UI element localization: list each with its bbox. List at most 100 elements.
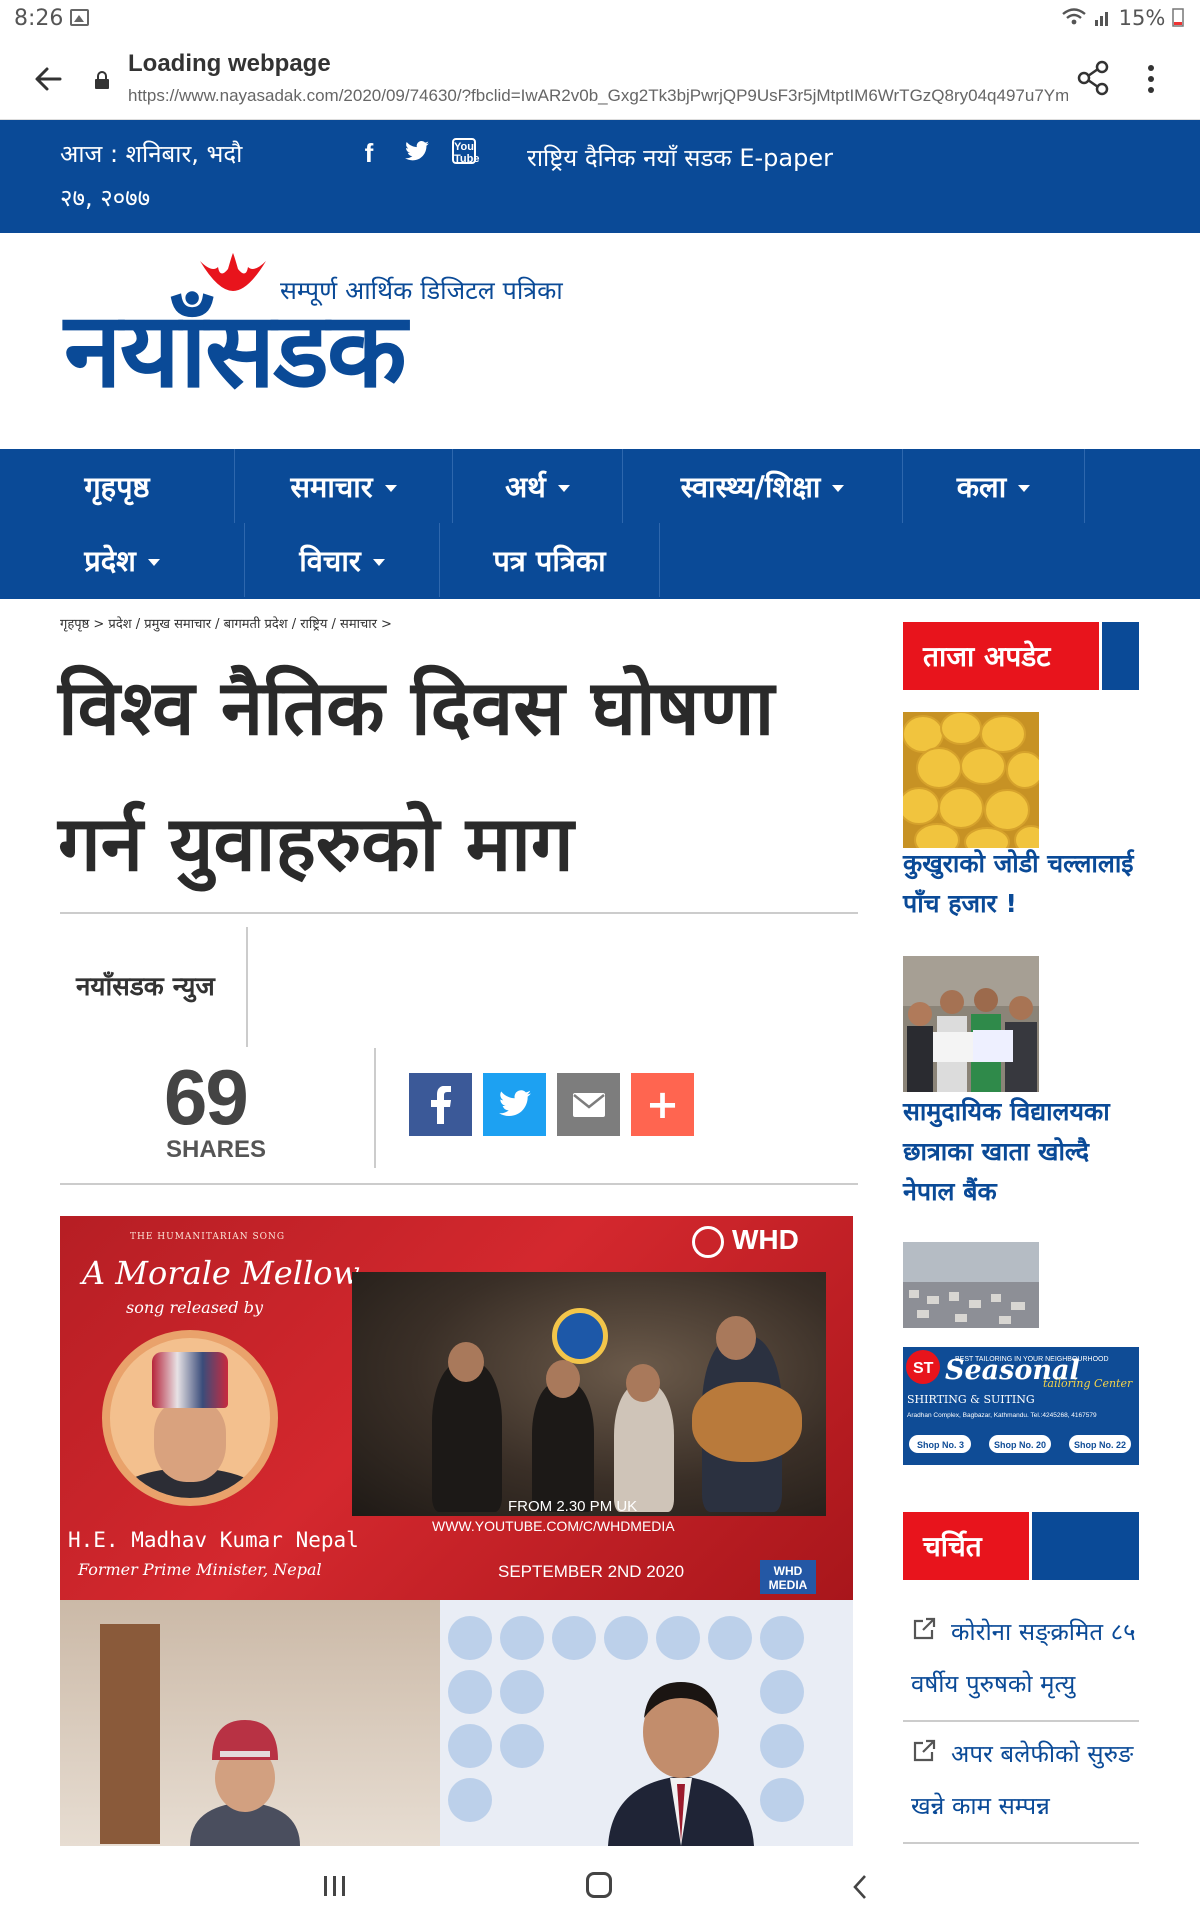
- date-line-2: २७, २०७७: [60, 184, 151, 212]
- page-title: Loading webpage: [128, 50, 331, 77]
- sidebar: ताजा अपडेट कुखुराको जोडी चल्लालाई पाँच ह…: [903, 622, 1139, 1844]
- share-count-number: 69: [164, 1053, 249, 1141]
- nav-item-province[interactable]: प्रदेश: [0, 523, 245, 597]
- youtube-icon[interactable]: You Tube: [452, 138, 479, 165]
- poster-time: FROM 2.30 PM UK: [508, 1498, 638, 1515]
- masthead: सम्पूर्ण आर्थिक डिजिटल पत्रिका नयाँसडक: [0, 233, 1200, 449]
- whd-pattern-tile: [448, 1724, 492, 1768]
- ad-artwork: ST BEST TAILORING IN YOUR NEIGHBOURHOOD …: [903, 1347, 1139, 1465]
- trending-title: चर्चित: [903, 1512, 1029, 1580]
- door: [100, 1624, 160, 1844]
- trending-link[interactable]: कोरोना सङ्क्रमित ८५ वर्षीय पुरुषको मृत्य…: [911, 1606, 1139, 1710]
- portrait-face: [154, 1400, 226, 1482]
- chevron-down-icon: [372, 558, 385, 566]
- twitter-icon[interactable]: [404, 138, 430, 168]
- whd-pattern-tile: [760, 1724, 804, 1768]
- whd-pattern-tile: [604, 1616, 648, 1660]
- twitter-share-button[interactable]: [483, 1073, 546, 1136]
- nav-item-news[interactable]: समाचार: [235, 449, 453, 523]
- video-call-right: [440, 1600, 853, 1846]
- share-buttons: +: [409, 1073, 694, 1136]
- system-navigation-bar: [0, 1854, 1200, 1920]
- guitar: [692, 1382, 802, 1462]
- nav-item-home[interactable]: गृहपृष्ठ: [0, 449, 235, 523]
- whd-pattern-tile: [760, 1670, 804, 1714]
- poster-url: WWW.YOUTUBE.COM/C/WHDMEDIA: [432, 1518, 675, 1534]
- world-moral-day-badge: [552, 1308, 608, 1364]
- chevron-down-icon: [557, 484, 570, 492]
- author-name[interactable]: नयाँसडक न्युज: [76, 967, 215, 1003]
- current-date: आज : शनिबार, भदौ २७, २०७७: [60, 132, 300, 220]
- site-topbar: आज : शनिबार, भदौ २७, २०७७ f You Tube राष…: [0, 120, 1200, 233]
- overflow-menu-icon[interactable]: [1140, 62, 1162, 96]
- recent-apps-icon[interactable]: [322, 1874, 348, 1898]
- date-line-1: आज : शनिबार, भदौ: [60, 140, 243, 168]
- latest-updates-header: ताजा अपडेट: [903, 622, 1139, 690]
- whd-logo: WHD: [692, 1224, 842, 1260]
- trending-header: चर्चित: [903, 1512, 1139, 1580]
- chevron-down-icon: [832, 484, 845, 492]
- article-headline: विश्व नैतिक दिवस घोषणा गर्न युवाहरुको मा…: [58, 663, 775, 888]
- epaper-link[interactable]: राष्ट्रिय दैनिक नयाँ सडक E-paper: [527, 138, 833, 178]
- share-icon[interactable]: [1076, 60, 1110, 96]
- main-navigation: गृहपृष्ठ समाचार अर्थ स्वास्थ्य/शिक्षा कल…: [0, 449, 1200, 599]
- nav-item-press[interactable]: पत्र पत्रिका: [440, 523, 660, 597]
- poster-vip-name: H.E. Madhav Kumar Nepal: [68, 1528, 359, 1552]
- browser-toolbar: Loading webpage https://www.nayasadak.co…: [0, 40, 1200, 120]
- battery-icon: [1172, 8, 1184, 27]
- home-button-icon[interactable]: [586, 1872, 612, 1898]
- poster-song-title: A Morale Mellow: [82, 1254, 360, 1292]
- facebook-icon[interactable]: f: [356, 138, 382, 168]
- poster-release-date: SEPTEMBER 2ND 2020: [498, 1562, 685, 1581]
- divider: [60, 1183, 858, 1185]
- poster-kicker: THE HUMANITARIAN SONG: [130, 1232, 286, 1242]
- nav-item-economy[interactable]: अर्थ: [453, 449, 623, 523]
- divider: [903, 1720, 1139, 1722]
- news-thumbnail[interactable]: [903, 1242, 1039, 1328]
- divider: [60, 912, 858, 914]
- battery-indicator: 15%: [1061, 6, 1184, 30]
- news-thumbnail[interactable]: [903, 712, 1039, 848]
- chevron-down-icon: [147, 558, 160, 566]
- news-headline-link[interactable]: सामुदायिक विद्यालयका छात्राका खाता खोल्द…: [903, 1092, 1139, 1212]
- more-share-button[interactable]: +: [631, 1073, 694, 1136]
- email-share-button[interactable]: [557, 1073, 620, 1136]
- band-member-head: [626, 1364, 660, 1402]
- whd-pattern-tile: [500, 1724, 544, 1768]
- back-arrow-icon[interactable]: [30, 60, 68, 98]
- news-headline-link[interactable]: कुखुराको जोडी चल्लालाई पाँच हजार !: [903, 844, 1139, 924]
- nav-item-art[interactable]: कला: [903, 449, 1085, 523]
- svg-text:tailoring Center: tailoring Center: [1043, 1377, 1133, 1390]
- chevron-down-icon: [1018, 484, 1031, 492]
- portrait-cap: [152, 1352, 228, 1408]
- band-member: [532, 1382, 594, 1512]
- svg-text:Shop No. 20: Shop No. 20: [994, 1440, 1046, 1450]
- url-field[interactable]: https://www.nayasadak.com/2020/09/74630/…: [128, 86, 1068, 106]
- divider: [903, 1842, 1139, 1844]
- band-member-head: [448, 1342, 484, 1382]
- whd-logo-emblem: [692, 1226, 724, 1258]
- breadcrumb[interactable]: गृहपृष्ठ > प्रदेश / प्रमुख समाचार / बागम…: [60, 614, 392, 632]
- chevron-down-icon: [384, 484, 397, 492]
- lock-icon: [95, 71, 109, 89]
- share-count: 69 SHARES: [148, 1048, 376, 1168]
- facebook-share-button[interactable]: [409, 1073, 472, 1136]
- site-logo[interactable]: सम्पूर्ण आर्थिक डिजिटल पत्रिका नयाँसडक: [62, 249, 582, 429]
- whd-pattern-tile: [500, 1670, 544, 1714]
- latest-updates-title: ताजा अपडेट: [903, 622, 1099, 690]
- trending-item[interactable]: अपर बलेफीको सुरुङ खन्ने काम सम्पन्न: [903, 1728, 1139, 1832]
- band-photo: [352, 1272, 826, 1516]
- svg-text:Shop No. 22: Shop No. 22: [1074, 1440, 1126, 1450]
- trending-link[interactable]: अपर बलेफीको सुरुङ खन्ने काम सम्पन्न: [911, 1728, 1139, 1832]
- back-icon[interactable]: [852, 1874, 868, 1900]
- video-speaker: [608, 1682, 754, 1846]
- news-thumbnail[interactable]: [903, 956, 1039, 1092]
- nav-item-opinion[interactable]: विचार: [245, 523, 440, 597]
- trending-item[interactable]: कोरोना सङ्क्रमित ८५ वर्षीय पुरुषको मृत्य…: [903, 1606, 1139, 1710]
- logo-wordmark: नयाँसडक: [64, 289, 407, 411]
- nav-row-1: गृहपृष्ठ समाचार अर्थ स्वास्थ्य/शिक्षा कल…: [0, 449, 1085, 523]
- video-participant: [190, 1720, 300, 1846]
- whd-pattern-tile: [448, 1778, 492, 1822]
- nav-item-health-education[interactable]: स्वास्थ्य/शिक्षा: [623, 449, 903, 523]
- seasonal-tailoring-ad[interactable]: ST BEST TAILORING IN YOUR NEIGHBOURHOOD …: [903, 1347, 1139, 1465]
